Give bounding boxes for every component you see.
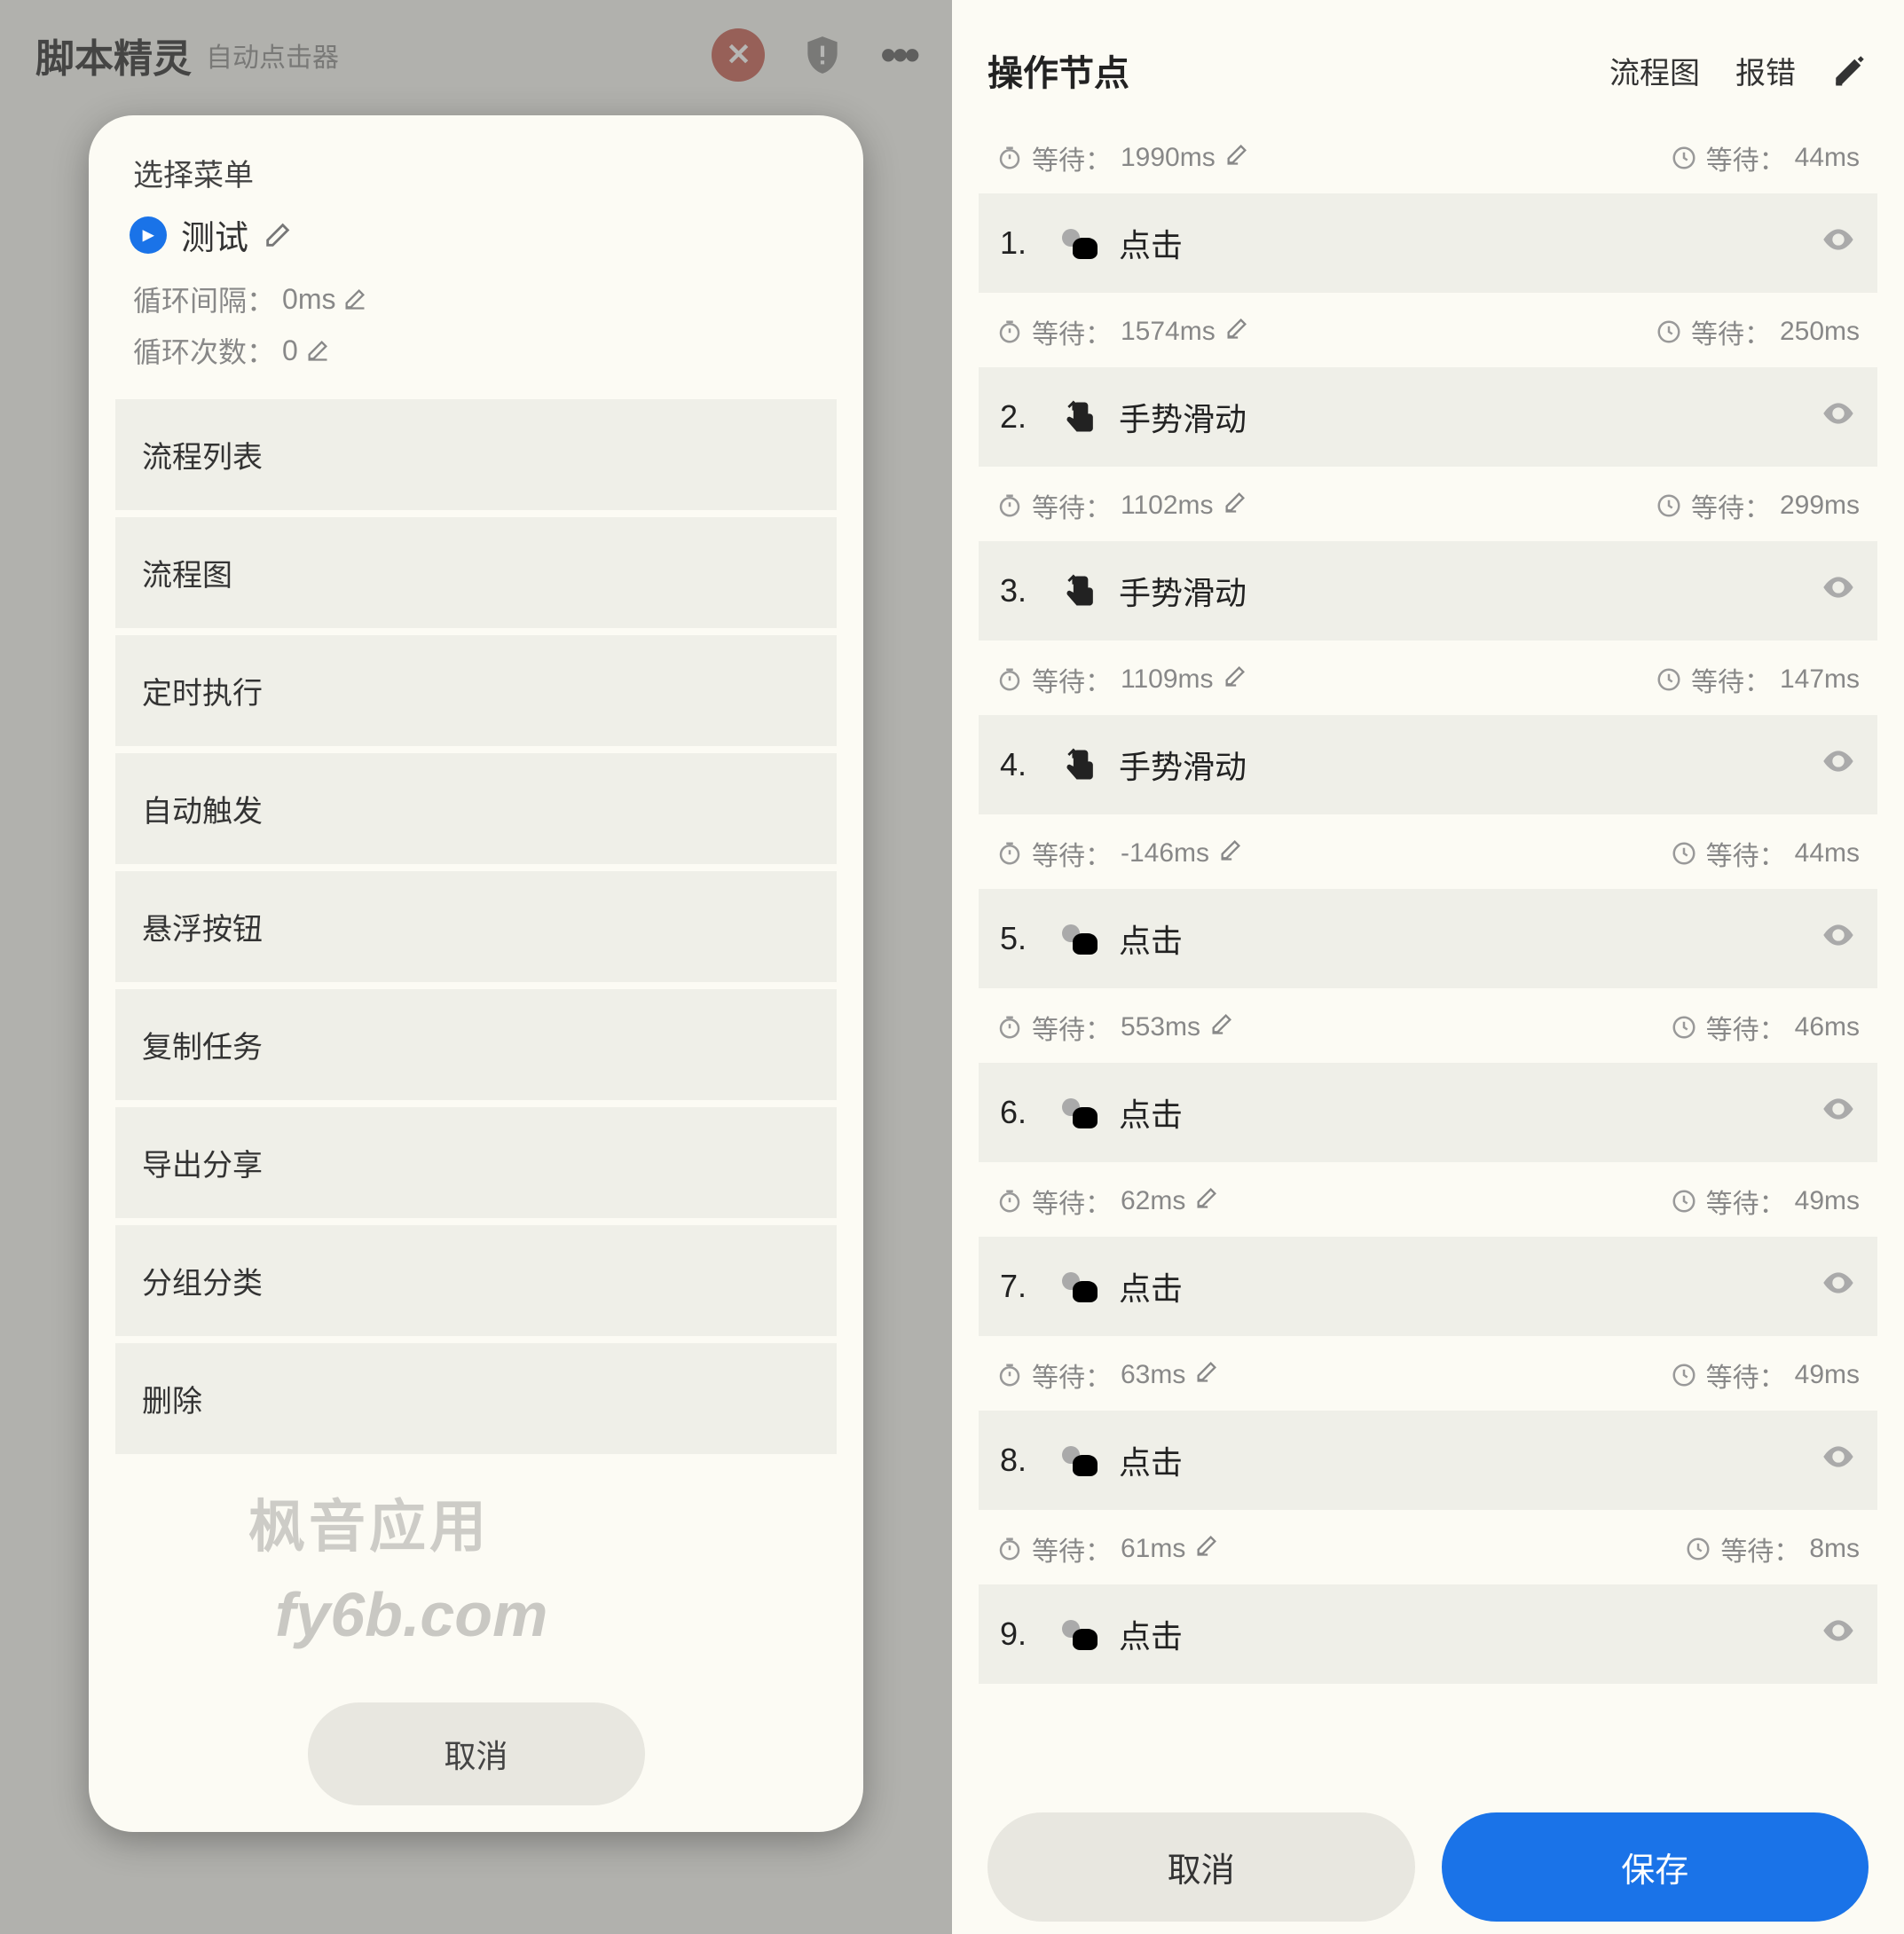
script-name: 测试 [181,210,248,259]
menu-item[interactable]: 悬浮按钮 [115,871,837,982]
step-row[interactable]: 9. 点击 [979,1584,1877,1684]
step-number: 7. [1000,1268,1044,1305]
edit-icon[interactable] [1831,51,1869,89]
loop-count-row: 循环次数： 0 [133,330,837,371]
swipe-icon [1062,397,1101,436]
visibility-icon[interactable] [1821,1265,1856,1309]
step-label: 点击 [1119,220,1803,266]
step-label: 点击 [1119,1263,1803,1309]
step-number: 9. [1000,1616,1044,1653]
visibility-icon[interactable] [1821,570,1856,613]
step-label: 手势滑动 [1119,568,1803,614]
step-row[interactable]: 4. 手势滑动 [979,715,1877,814]
tab-flowchart[interactable]: 流程图 [1609,49,1700,92]
wait-row: 等待：61ms等待：8ms [979,1513,1877,1584]
edit-wait-icon[interactable] [1209,1011,1234,1043]
menu-item[interactable]: 复制任务 [115,989,837,1100]
script-name-row: ▸ 测试 [130,210,837,259]
tap-icon [1062,1267,1101,1306]
step-row[interactable]: 3. 手势滑动 [979,541,1877,641]
footer-buttons: 取消 保存 [987,1812,1869,1922]
loop-interval-row: 循环间隔： 0ms [133,279,837,319]
swipe-icon [1062,571,1101,610]
edit-wait-icon[interactable] [1194,1185,1219,1217]
wait-row: 等待：1574ms等待：250ms [979,296,1877,367]
step-row[interactable]: 1. 点击 [979,193,1877,293]
step-label: 手势滑动 [1119,394,1803,440]
edit-wait-icon[interactable] [1218,837,1243,869]
visibility-icon[interactable] [1821,743,1856,787]
visibility-icon[interactable] [1821,1091,1856,1135]
step-label: 点击 [1119,1611,1803,1657]
edit-wait-icon[interactable] [1223,490,1247,522]
edit-wait-icon[interactable] [1224,142,1249,174]
step-number: 2. [1000,398,1044,436]
menu-list: 流程列表流程图定时执行自动触发悬浮按钮复制任务导出分享分组分类删除 [115,399,837,1676]
wait-row: 等待：62ms等待：49ms [979,1166,1877,1237]
step-row[interactable]: 8. 点击 [979,1411,1877,1510]
step-row[interactable]: 5. 点击 [979,889,1877,988]
edit-wait-icon[interactable] [1224,316,1249,348]
menu-item[interactable]: 分组分类 [115,1225,837,1336]
tap-icon [1062,224,1101,263]
edit-wait-icon[interactable] [1223,664,1247,696]
visibility-icon[interactable] [1821,1613,1856,1656]
step-number: 5. [1000,920,1044,957]
wait-row: 等待：553ms等待：46ms [979,992,1877,1063]
tap-icon [1062,919,1101,958]
wait-row: 等待：1990ms等待：44ms [979,122,1877,193]
step-label: 点击 [1119,1437,1803,1483]
step-label: 手势滑动 [1119,742,1803,788]
edit-interval-icon[interactable] [342,287,367,311]
edit-wait-icon[interactable] [1194,1359,1219,1391]
steps-list: 等待：1990ms等待：44ms1.点击等待：1574ms等待：250ms2.手… [952,122,1904,1790]
step-number: 3. [1000,572,1044,609]
visibility-icon[interactable] [1821,1439,1856,1482]
nodes-header: 操作节点 流程图 报错 [952,0,1904,122]
menu-item[interactable]: 定时执行 [115,635,837,746]
tap-icon [1062,1441,1101,1480]
menu-item[interactable]: 流程列表 [115,399,837,510]
wait-row: 等待：1109ms等待：147ms [979,644,1877,715]
cancel-button[interactable]: 取消 [987,1812,1415,1922]
visibility-icon[interactable] [1821,396,1856,439]
visibility-icon[interactable] [1821,222,1856,265]
step-number: 4. [1000,746,1044,783]
visibility-icon[interactable] [1821,917,1856,961]
menu-item[interactable]: 自动触发 [115,753,837,864]
edit-count-icon[interactable] [305,338,330,363]
wait-row: 等待：-146ms等待：44ms [979,818,1877,889]
step-row[interactable]: 7. 点击 [979,1237,1877,1336]
nodes-title: 操作节点 [987,44,1129,96]
menu-item[interactable]: 导出分享 [115,1107,837,1218]
cancel-button[interactable]: 取消 [308,1702,645,1805]
tab-report[interactable]: 报错 [1735,49,1796,92]
menu-item[interactable]: 流程图 [115,517,837,628]
step-number: 6. [1000,1094,1044,1131]
save-button[interactable]: 保存 [1442,1812,1869,1922]
edit-wait-icon[interactable] [1194,1533,1219,1565]
step-label: 点击 [1119,1089,1803,1136]
step-number: 8. [1000,1442,1044,1479]
step-row[interactable]: 2. 手势滑动 [979,367,1877,467]
dialog-title: 选择菜单 [133,151,837,194]
script-icon: ▸ [130,216,167,254]
tap-icon [1062,1093,1101,1132]
select-menu-dialog: 选择菜单 ▸ 测试 循环间隔： 0ms 循环次数： 0 流程列表流程图定时执行自… [89,115,863,1832]
step-row[interactable]: 6. 点击 [979,1063,1877,1162]
swipe-icon [1062,745,1101,784]
wait-row: 等待：63ms等待：49ms [979,1340,1877,1411]
step-label: 点击 [1119,916,1803,962]
edit-name-icon[interactable] [263,220,293,250]
tap-icon [1062,1615,1101,1654]
menu-item[interactable]: 删除 [115,1343,837,1454]
wait-row: 等待：1102ms等待：299ms [979,470,1877,541]
step-number: 1. [1000,224,1044,262]
